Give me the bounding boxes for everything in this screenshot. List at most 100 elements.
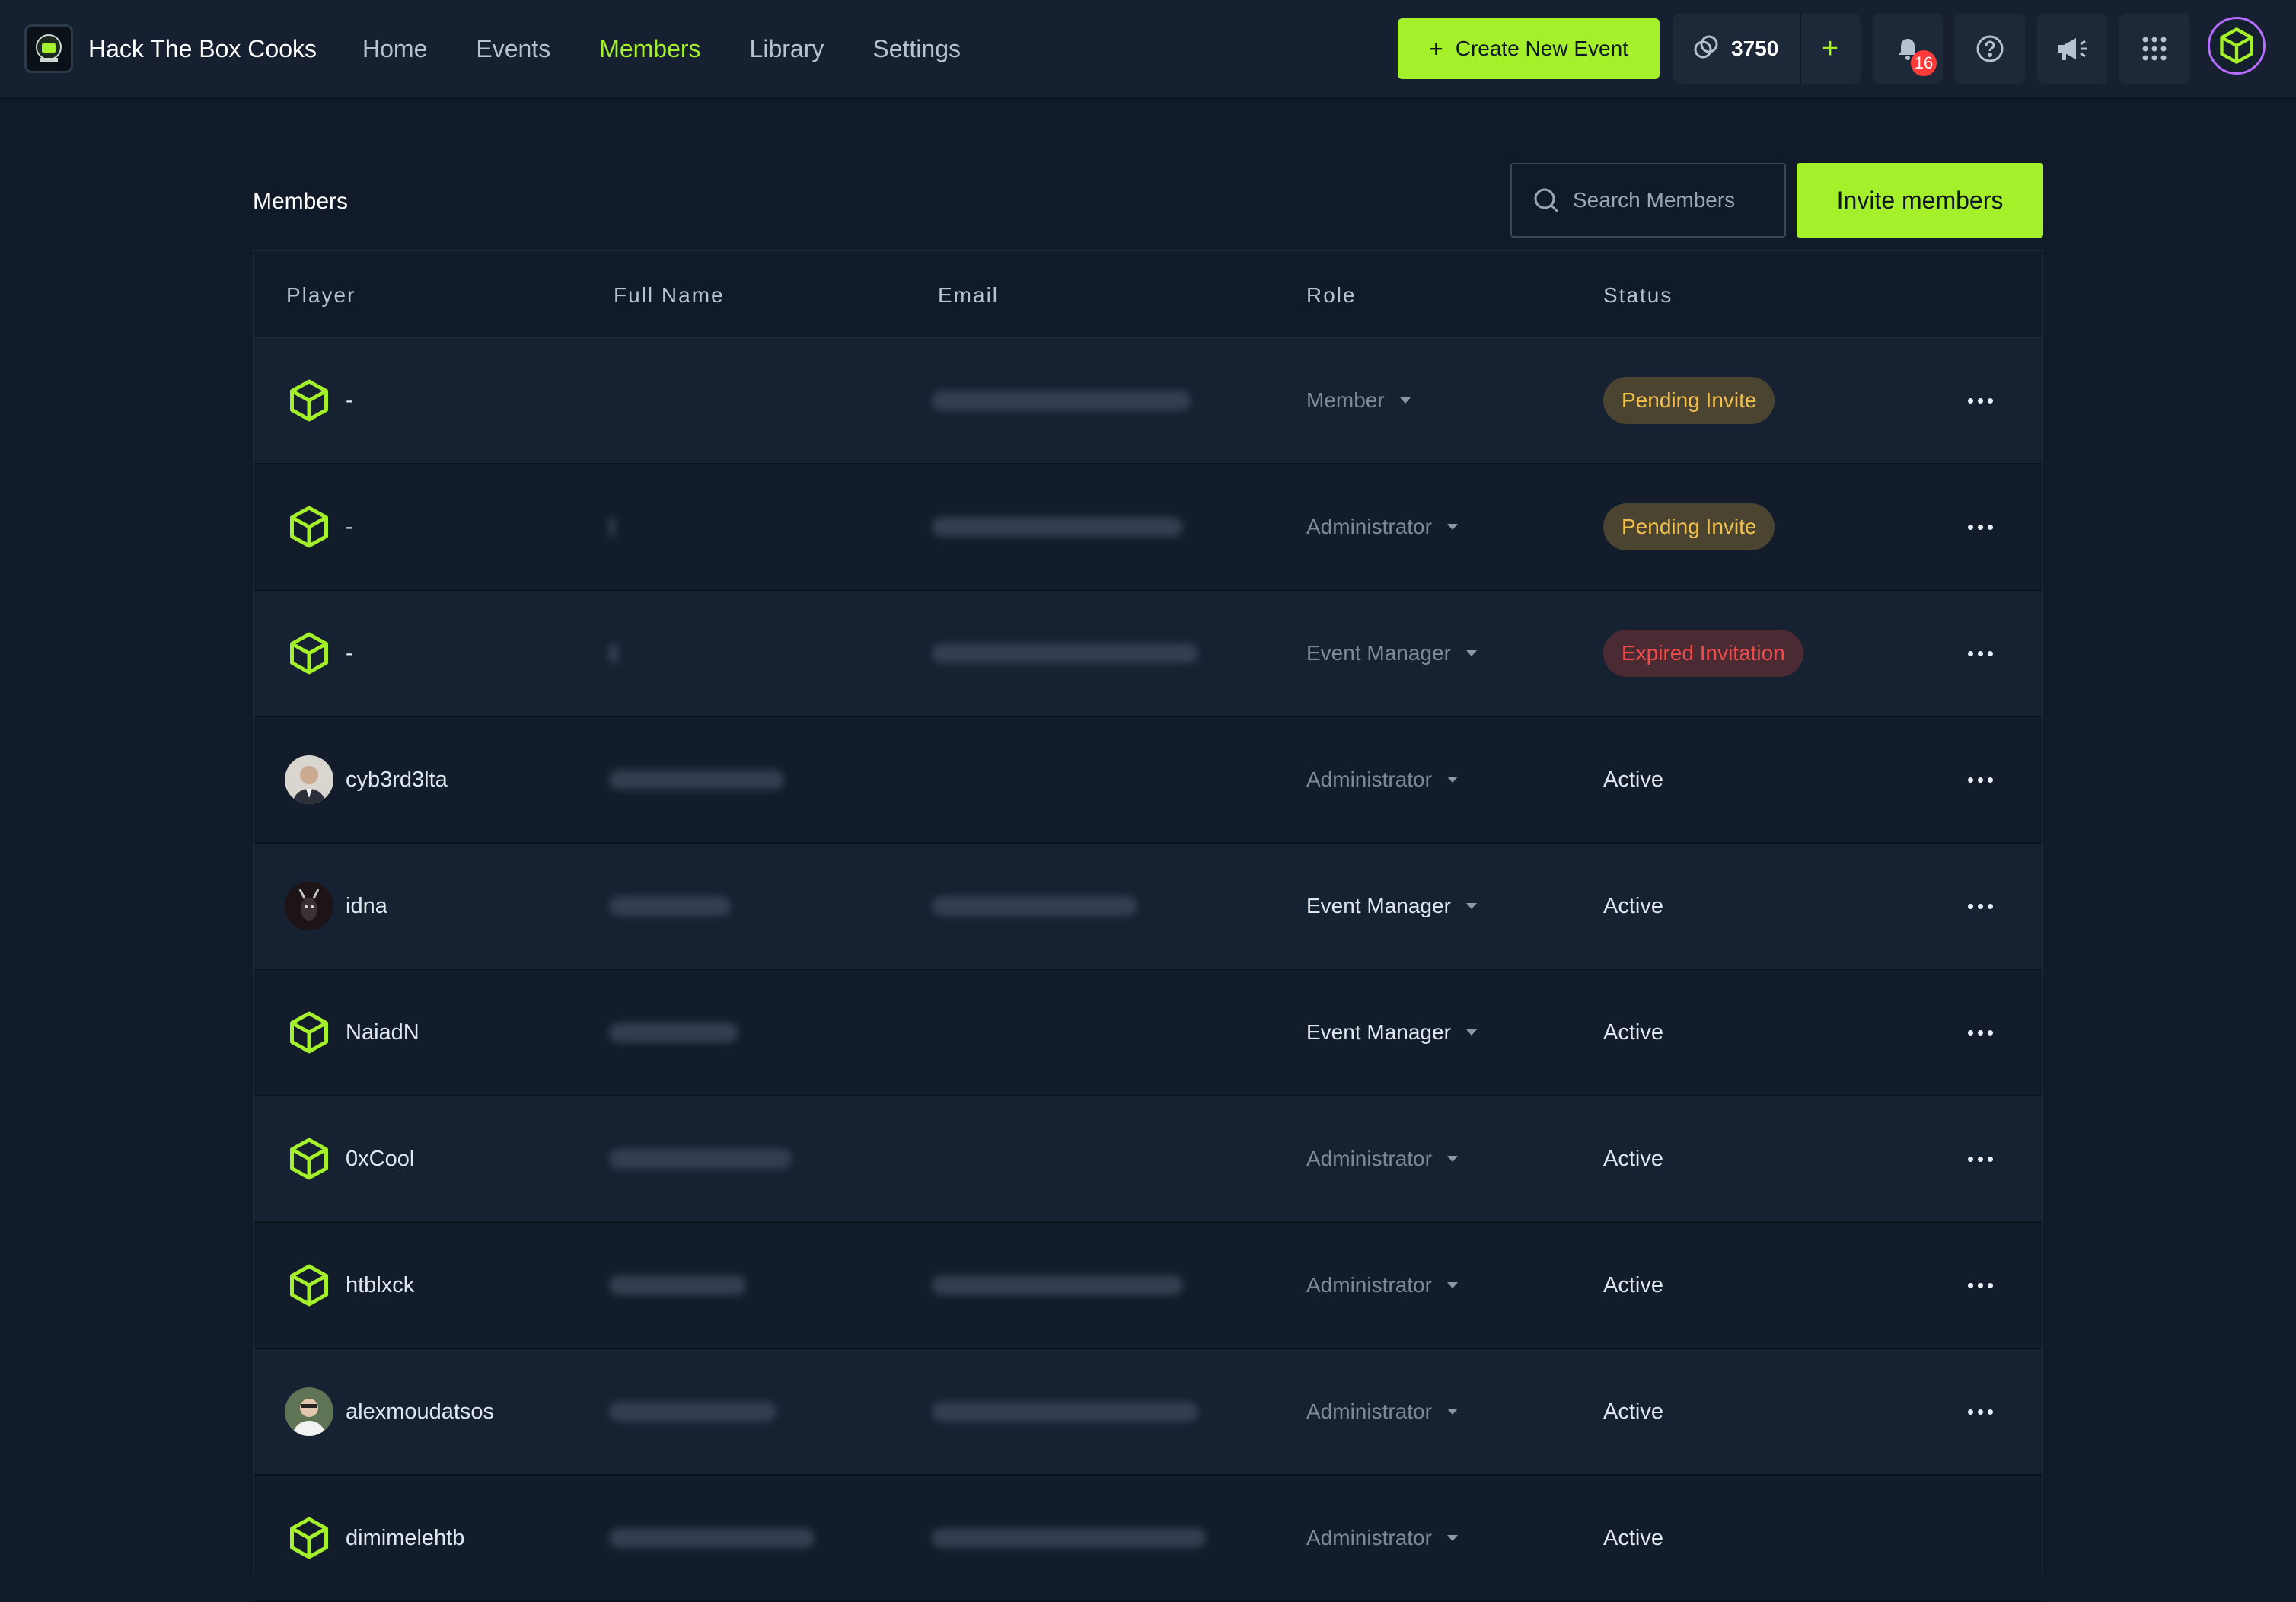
table-header: Player Full Name Email Role Status bbox=[254, 251, 2042, 338]
redacted-email bbox=[932, 844, 1137, 969]
role-dropdown[interactable]: Administrator bbox=[1306, 1399, 1458, 1424]
cube-icon bbox=[285, 1008, 333, 1057]
status-cell: Active bbox=[1603, 1096, 1663, 1221]
status-badge: Active bbox=[1603, 1020, 1663, 1045]
nav-library[interactable]: Library bbox=[750, 35, 824, 63]
role-label: Event Manager bbox=[1306, 894, 1451, 917]
role-cell: Member bbox=[1306, 338, 1411, 463]
player-name[interactable]: alexmoudatsos bbox=[346, 1399, 494, 1425]
role-dropdown[interactable]: Member bbox=[1306, 388, 1411, 413]
role-dropdown[interactable]: Administrator bbox=[1306, 1147, 1458, 1171]
help-button[interactable] bbox=[1955, 14, 2025, 84]
table-row: dimimelehtb Administrator Active bbox=[254, 1476, 2042, 1602]
role-label: Event Manager bbox=[1306, 1020, 1451, 1044]
player-name[interactable]: - bbox=[346, 641, 353, 666]
credits-widget[interactable]: 3750 + bbox=[1673, 14, 1861, 84]
cube-icon bbox=[285, 629, 333, 678]
search-input[interactable] bbox=[1571, 187, 1772, 213]
player-name[interactable]: - bbox=[346, 515, 353, 540]
player-avatar bbox=[285, 1387, 333, 1436]
apps-button[interactable] bbox=[2119, 14, 2189, 84]
table-row: alexmoudatsos Administrator Active bbox=[254, 1349, 2042, 1476]
table-body: - Member Pending Invite - Administrator Pendi… bbox=[254, 338, 2042, 1602]
brand[interactable]: Hack The Box Cooks bbox=[24, 24, 317, 73]
player-cell: alexmoudatsos bbox=[285, 1349, 494, 1474]
search-members[interactable] bbox=[1510, 163, 1786, 238]
user-avatar[interactable] bbox=[2208, 17, 2266, 75]
role-dropdown[interactable]: Administrator bbox=[1306, 767, 1458, 792]
role-dropdown[interactable]: Event Manager bbox=[1306, 1020, 1477, 1045]
redacted-full-name bbox=[609, 844, 731, 969]
player-cell: cyb3rd3lta bbox=[285, 717, 448, 842]
more-icon bbox=[1966, 1282, 1995, 1288]
chevron-down-icon bbox=[1465, 903, 1477, 909]
cube-icon bbox=[2220, 27, 2253, 64]
nav-events[interactable]: Events bbox=[476, 35, 550, 63]
status-cell: Active bbox=[1603, 1349, 1663, 1474]
player-name[interactable]: htblxck bbox=[346, 1273, 414, 1298]
team-name: Hack The Box Cooks bbox=[88, 34, 317, 62]
role-label: Administrator bbox=[1306, 515, 1432, 538]
row-actions-button[interactable] bbox=[1966, 1223, 1995, 1348]
chevron-down-icon bbox=[1399, 397, 1411, 404]
role-dropdown[interactable]: Event Manager bbox=[1306, 894, 1477, 918]
player-name[interactable]: dimimelehtb bbox=[346, 1526, 464, 1551]
cube-icon bbox=[285, 1261, 333, 1310]
row-actions-button[interactable] bbox=[1966, 338, 1995, 463]
more-icon bbox=[1966, 650, 1995, 656]
invite-members-button[interactable]: Invite members bbox=[1797, 163, 2043, 238]
announcements-button[interactable] bbox=[2037, 14, 2107, 84]
row-actions-button[interactable] bbox=[1966, 717, 1995, 842]
nav-settings[interactable]: Settings bbox=[872, 35, 961, 63]
player-cell: - bbox=[285, 338, 353, 463]
player-name[interactable]: cyb3rd3lta bbox=[346, 767, 448, 793]
notifications-button[interactable]: 16 bbox=[1873, 14, 1943, 84]
row-actions-button[interactable] bbox=[1966, 1096, 1995, 1221]
create-event-button[interactable]: + Create New Event bbox=[1398, 18, 1660, 79]
add-credits-button[interactable]: + bbox=[1800, 14, 1861, 84]
status-badge: Active bbox=[1603, 1399, 1663, 1424]
player-name[interactable]: - bbox=[346, 388, 353, 413]
player-name[interactable]: idna bbox=[346, 894, 387, 919]
role-cell: Administrator bbox=[1306, 1476, 1458, 1600]
redacted-email bbox=[932, 1476, 1206, 1600]
role-dropdown[interactable]: Administrator bbox=[1306, 1273, 1458, 1297]
team-logo bbox=[24, 24, 73, 73]
redacted-full-name bbox=[609, 1096, 792, 1221]
nav-members[interactable]: Members bbox=[599, 35, 700, 63]
table-row: cyb3rd3lta Administrator Active bbox=[254, 717, 2042, 844]
status-cell: Pending Invite bbox=[1603, 464, 1775, 589]
chevron-down-icon bbox=[1446, 1156, 1458, 1162]
row-actions-button[interactable] bbox=[1966, 1349, 1995, 1474]
help-icon bbox=[1976, 35, 2004, 62]
redacted-email bbox=[932, 1223, 1183, 1348]
role-dropdown[interactable]: Event Manager bbox=[1306, 641, 1477, 665]
chevron-down-icon bbox=[1446, 524, 1458, 530]
more-icon bbox=[1966, 777, 1995, 783]
player-cell: dimimelehtb bbox=[285, 1476, 464, 1600]
player-cell: NaiadN bbox=[285, 970, 419, 1095]
top-bar: Hack The Box Cooks Home Events Members L… bbox=[0, 0, 2296, 99]
nav-home[interactable]: Home bbox=[362, 35, 427, 63]
table-row: - Member Pending Invite bbox=[254, 338, 2042, 464]
row-actions-button[interactable] bbox=[1966, 464, 1995, 589]
status-cell: Active bbox=[1603, 1476, 1663, 1600]
chevron-down-icon bbox=[1446, 1409, 1458, 1415]
plus-icon: + bbox=[1429, 34, 1443, 62]
column-email: Email bbox=[938, 283, 1000, 307]
player-cell: htblxck bbox=[285, 1223, 414, 1348]
row-actions-button[interactable] bbox=[1966, 844, 1995, 969]
status-badge: Active bbox=[1603, 1146, 1663, 1171]
role-dropdown[interactable]: Administrator bbox=[1306, 515, 1458, 539]
redacted-full-name bbox=[609, 1223, 746, 1348]
row-actions-button[interactable] bbox=[1966, 970, 1995, 1095]
chevron-down-icon bbox=[1446, 777, 1458, 783]
row-actions-button[interactable] bbox=[1966, 591, 1995, 716]
main-nav: Home Events Members Library Settings bbox=[362, 24, 1009, 73]
player-name[interactable]: NaiadN bbox=[346, 1020, 419, 1045]
more-icon bbox=[1966, 903, 1995, 909]
role-dropdown[interactable]: Administrator bbox=[1306, 1526, 1458, 1550]
player-name[interactable]: 0xCool bbox=[346, 1147, 414, 1172]
redacted-email bbox=[932, 591, 1198, 716]
credits-count: 3750 bbox=[1731, 37, 1779, 60]
